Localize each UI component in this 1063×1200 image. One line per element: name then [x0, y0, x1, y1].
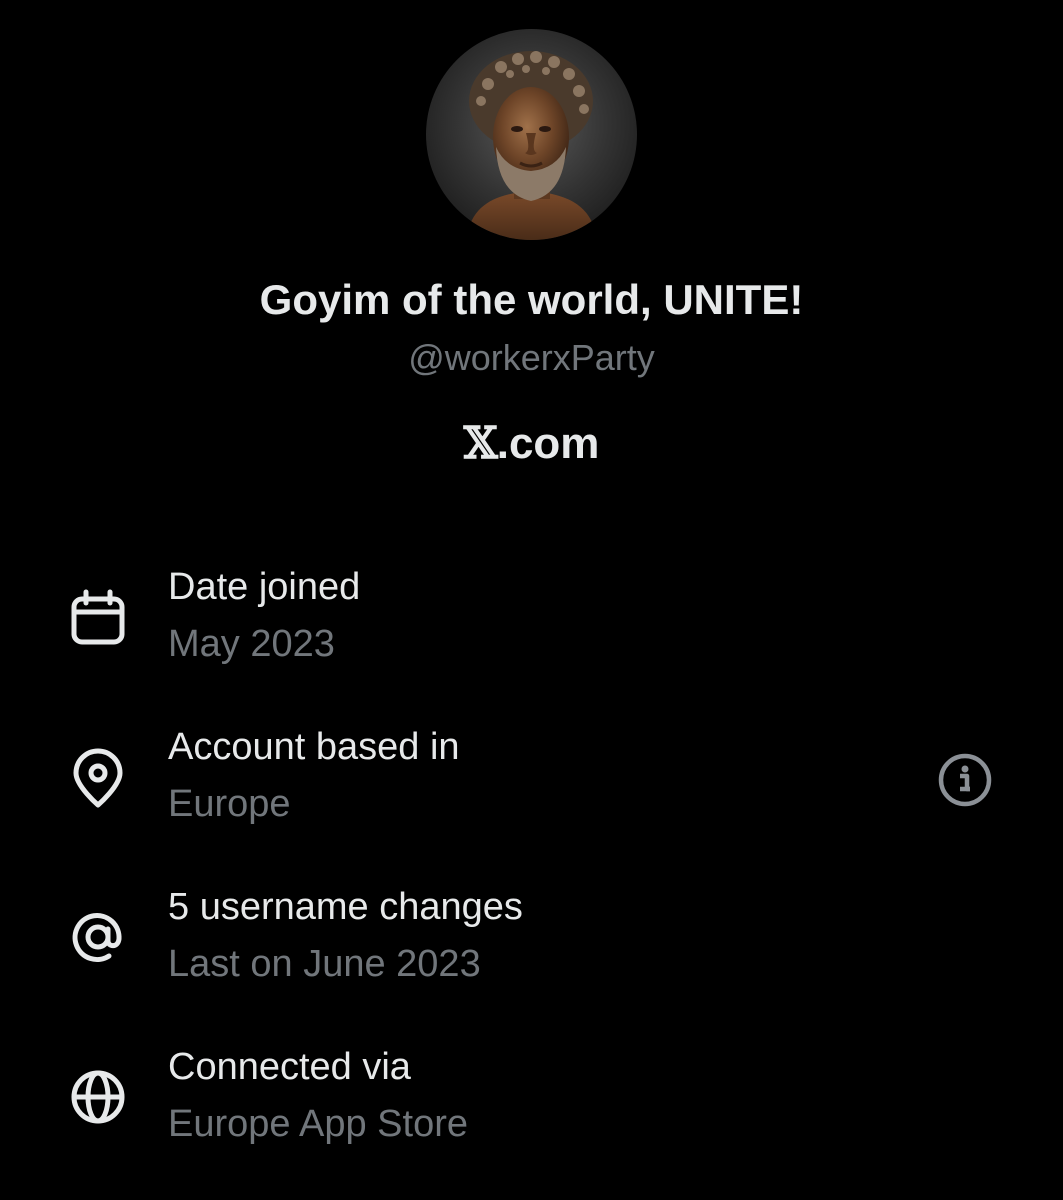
about-row-username-changes: 5 username changes Last on June 2023	[0, 880, 1063, 1000]
about-row-date-joined: Date joined May 2023	[0, 560, 1063, 680]
about-row-account-based-in: Account based in Europe	[0, 720, 1063, 840]
about-row-title: Date joined	[168, 566, 361, 608]
calendar-icon	[67, 588, 129, 650]
site-label: 𝕏.com	[0, 418, 1063, 469]
about-row-value: Europe	[168, 783, 291, 825]
at-sign-icon	[67, 906, 129, 968]
display-name: Goyim of the world, UNITE!	[259, 276, 804, 323]
globe-icon	[67, 1066, 129, 1128]
site-domain: .com	[496, 419, 600, 468]
about-row-value: May 2023	[168, 623, 335, 665]
about-row-title: Connected via	[168, 1046, 411, 1088]
avatar-image	[426, 29, 637, 240]
profile-avatar[interactable]	[426, 29, 637, 240]
about-row-title: 5 username changes	[168, 886, 523, 928]
about-row-connected-via: Connected via Europe App Store	[0, 1040, 1063, 1160]
x-logo-icon: 𝕏	[463, 418, 498, 469]
username-handle[interactable]: @workerxParty	[0, 337, 1063, 379]
about-row-value: Europe App Store	[168, 1103, 468, 1145]
about-row-value: Last on June 2023	[168, 943, 481, 985]
about-row-title: Account based in	[168, 726, 460, 768]
location-pin-icon	[67, 748, 129, 810]
info-icon[interactable]	[937, 752, 993, 808]
